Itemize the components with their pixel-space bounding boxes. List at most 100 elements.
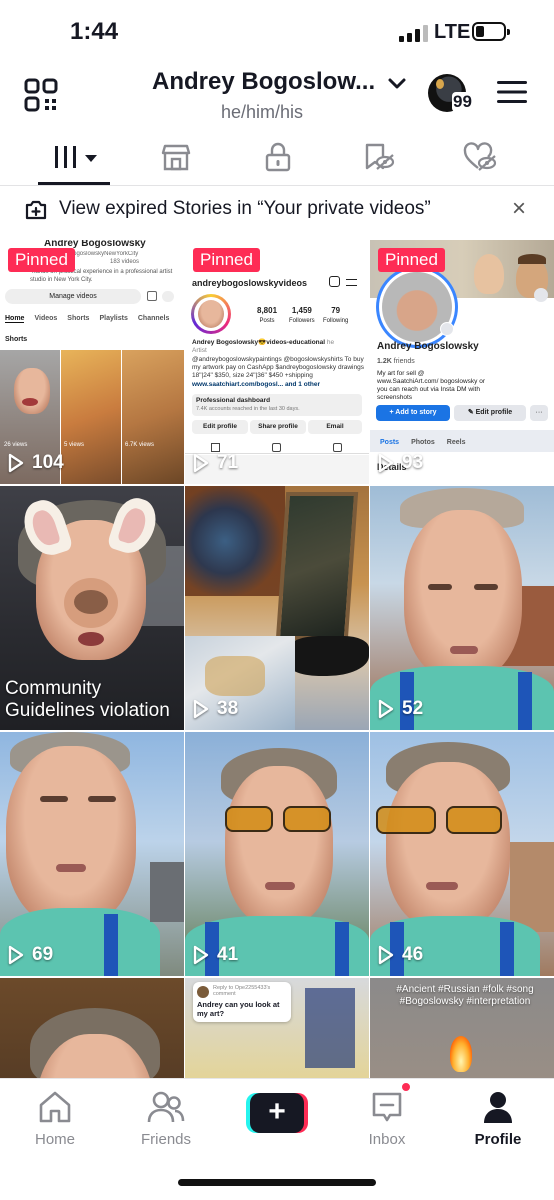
thumb-yt-tab: Home — [5, 315, 25, 323]
qr-code-icon[interactable] — [24, 78, 58, 112]
violation-label: Community Guidelines violation — [5, 678, 170, 721]
profile-tabs — [0, 132, 554, 186]
thumb-ig-following: 79 Following — [323, 306, 349, 324]
video-thumbnail[interactable]: 69 — [0, 732, 184, 976]
nav-label: Friends — [140, 1131, 192, 1148]
video-thumbnail[interactable]: andreybogoslowskyvideos 8,801 Posts 1,459… — [185, 240, 369, 484]
friends-icon — [147, 1091, 185, 1123]
thumb-ig-followers: 1,459 Followers — [289, 306, 315, 324]
thumb-shorts-label: Shorts — [5, 336, 28, 343]
video-thumbnail[interactable]: 41 — [185, 732, 369, 976]
profile-icon — [484, 1092, 512, 1123]
pinned-badge: Pinned — [8, 248, 75, 272]
tab-favorites[interactable] — [358, 140, 398, 174]
lock-icon — [265, 142, 291, 172]
thumb-ig-category: Artist — [192, 347, 207, 354]
home-icon — [39, 1091, 71, 1123]
video-thumbnail[interactable]: 46 — [370, 732, 554, 976]
banner-text: View expired Stories in “Your private vi… — [59, 198, 431, 219]
heart-hidden-icon — [463, 142, 497, 171]
thumb-fb-friends: 1.2K friends — [377, 358, 415, 365]
thumb-fb-bio: My art for sell @ www.SaatchiArt.com/ bo… — [377, 370, 486, 401]
create-icon: + — [250, 1093, 304, 1133]
thumb-ig-dashboard-sub: 7.4K accounts reached in the last 30 day… — [196, 406, 300, 412]
pronouns: he/him/his — [221, 102, 304, 122]
create-button[interactable]: + — [246, 1093, 308, 1133]
thumb-reply-to: Reply to Ope2255433's comment — [213, 985, 271, 997]
grid-icon — [55, 146, 97, 168]
close-icon[interactable]: × — [508, 197, 530, 221]
home-indicator — [178, 1179, 376, 1186]
tab-videos[interactable] — [50, 140, 102, 174]
username-switcher[interactable]: Andrey Bogoslow... — [152, 68, 375, 96]
nav-inbox[interactable]: Inbox — [342, 1089, 432, 1148]
notification-count: 99 — [452, 92, 473, 112]
thumb-fb-add-story: + Add to story — [376, 405, 450, 421]
video-thumbnail[interactable] — [0, 978, 184, 1078]
video-grid: Andrey Bogoslowsky @AndreyBogoslowskyNew… — [0, 240, 554, 1078]
status-bar: 1:44 LTE — [0, 0, 554, 62]
thumb-ig-dashboard: Professional dashboard — [196, 397, 271, 404]
play-icon — [378, 699, 394, 719]
video-thumbnail[interactable]: Andrey Bogoslowsky @AndreyBogoslowskyNew… — [0, 240, 184, 484]
play-icon — [193, 699, 209, 719]
thumb-fb-tab: Posts — [380, 439, 400, 446]
bookmark-hidden-icon — [365, 143, 395, 170]
tab-private[interactable] — [258, 140, 298, 174]
video-thumbnail[interactable]: Andrey Bogoslowsky 1.2K friends My art f… — [370, 240, 554, 484]
storefront-icon — [161, 144, 191, 171]
status-time: 1:44 — [70, 18, 119, 45]
battery-icon — [472, 22, 510, 41]
network-label: LTE — [434, 21, 471, 43]
thumb-yt-tab: Playlists — [99, 315, 128, 322]
pinned-badge: Pinned — [193, 248, 260, 272]
thumb-fb-more: ··· — [530, 405, 548, 421]
thumb-manage-videos: Manage videos — [5, 289, 141, 304]
thumb-ig-link: www.saatchiart.com/bogosl... and 1 other — [192, 381, 320, 388]
signal-icon — [399, 24, 428, 42]
thumb-channel-stats: 183 videos — [110, 259, 140, 265]
thumb-fb-edit-profile: ✎ Edit profile — [454, 405, 526, 421]
play-icon — [8, 945, 24, 965]
view-count: 69 — [8, 944, 53, 966]
nav-friends[interactable]: Friends — [121, 1089, 211, 1148]
add-story-icon — [25, 200, 47, 220]
thumb-fb-tab: Photos — [411, 439, 435, 446]
play-icon — [193, 453, 209, 473]
video-thumbnail[interactable]: Reply to Ope2255433's comment Andrey can… — [185, 978, 369, 1078]
video-thumbnail[interactable]: Community Guidelines violation — [0, 486, 184, 730]
view-count: 93 — [378, 452, 423, 474]
view-count: 41 — [193, 944, 238, 966]
thumb-yt-tab: Videos — [34, 315, 58, 322]
nav-label: Inbox — [368, 1131, 406, 1148]
video-thumbnail[interactable]: 38 — [185, 486, 369, 730]
pinned-badge: Pinned — [378, 248, 445, 272]
expired-stories-banner[interactable]: View expired Stories in “Your private vi… — [0, 186, 554, 240]
thumb-caption: #Ancient #Russian #folk #song #Bogoslows… — [396, 984, 534, 1007]
thumb-yt-tab: Shorts — [67, 315, 90, 322]
menu-icon[interactable] — [497, 80, 527, 104]
thumb-fb-name: Andrey Bogoslowsky — [377, 341, 479, 352]
thumb-fb-tab: Reels — [446, 439, 466, 446]
video-thumbnail[interactable]: #Ancient #Russian #folk #song #Bogoslows… — [370, 978, 554, 1078]
tab-shop[interactable] — [156, 140, 196, 174]
view-count: 104 — [8, 452, 64, 474]
tab-liked[interactable] — [460, 140, 500, 174]
play-icon — [378, 453, 394, 473]
thumb-ig-button: Edit profile — [192, 420, 248, 434]
thumb-ig-name: Andrey Bogoslowsky😎videos-educational he — [192, 339, 335, 346]
view-count: 52 — [378, 698, 423, 720]
nav-home[interactable]: Home — [10, 1089, 100, 1148]
chevron-down-icon[interactable] — [386, 72, 408, 94]
active-tab-indicator — [38, 182, 110, 185]
video-thumbnail[interactable]: 52 — [370, 486, 554, 730]
thumb-comment: Andrey can you look at my art? — [197, 1000, 280, 1018]
thumb-ig-button: Share profile — [250, 420, 306, 434]
thumb-ig-posts: 8,801 Posts — [257, 306, 278, 324]
view-count: 46 — [378, 944, 423, 966]
nav-profile[interactable]: Profile — [453, 1089, 543, 1148]
view-count: 38 — [193, 698, 238, 720]
play-icon — [8, 453, 24, 473]
inbox-notification-dot — [400, 1081, 412, 1093]
play-icon — [193, 945, 209, 965]
